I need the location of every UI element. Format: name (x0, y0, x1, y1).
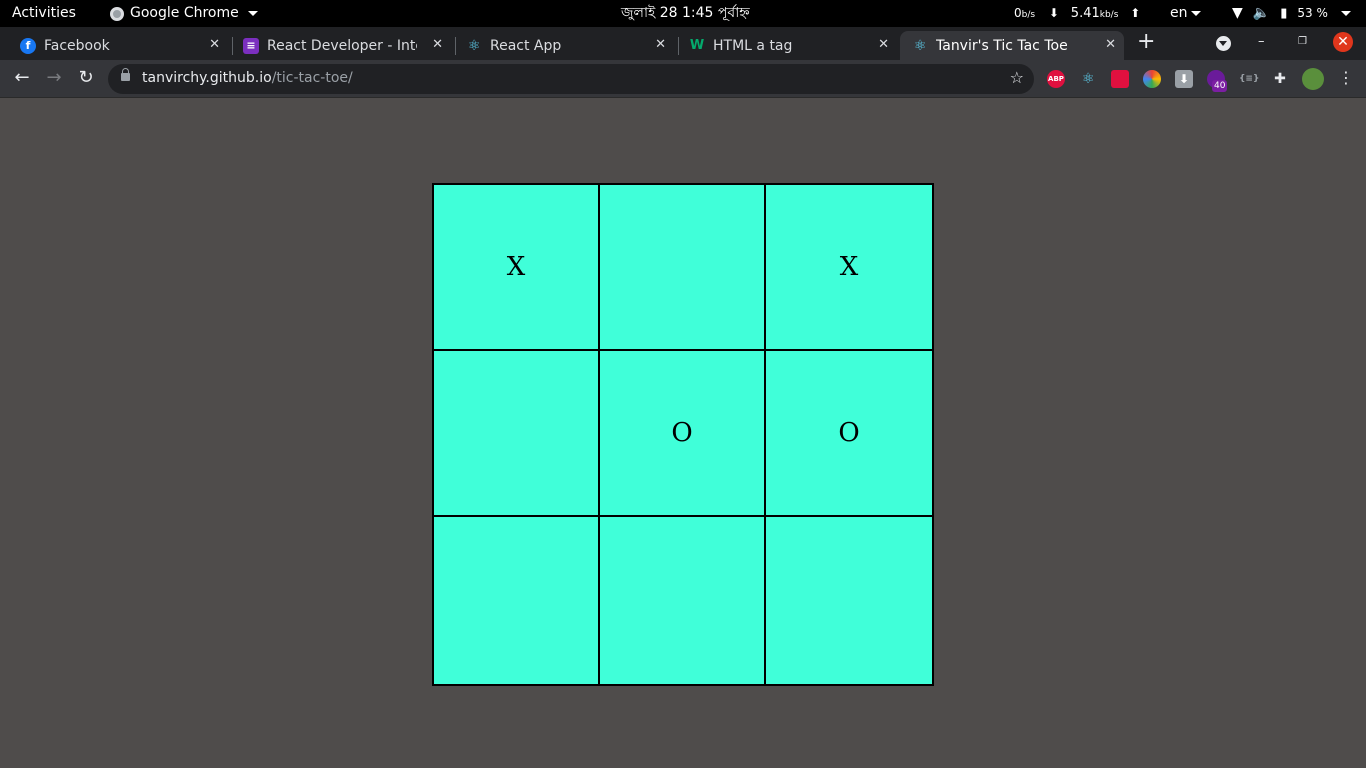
list-icon: ≡ (243, 37, 259, 54)
net-up-unit: kb/s (1099, 10, 1119, 20)
minimize-button[interactable]: – (1258, 34, 1265, 49)
system-tray[interactable]: ▼ 🔈 ▮ 53 % (1232, 0, 1351, 27)
forward-button[interactable]: → (42, 67, 66, 88)
tab-facebook[interactable]: f Facebook ✕ (0, 31, 228, 60)
network-speed-indicator[interactable]: 0b/s ⬇ 5.41kb/s ⬆ (1014, 0, 1140, 27)
tab-react-developer[interactable]: ≡ React Developer - Intern ✕ (223, 31, 451, 60)
board-cell-8[interactable] (600, 517, 766, 684)
board-cell-5[interactable]: O (600, 351, 766, 517)
react-devtools-icon[interactable]: ⚛ (1079, 70, 1097, 88)
address-bar[interactable]: tanvirchy.github.io/tic-tac-toe/ ☆ (108, 64, 1034, 94)
tab-title: HTML a tag (713, 37, 793, 54)
app-menu[interactable]: Google Chrome (110, 0, 258, 27)
tab-title: React App (490, 37, 562, 54)
board-cell-9[interactable] (766, 517, 932, 684)
battery-percent: 53 % (1297, 6, 1328, 20)
download-icon[interactable]: ⬇ (1175, 70, 1193, 88)
app-name: Google Chrome (130, 5, 239, 21)
tab-title: Tanvir's Tic Tac Toe (936, 37, 1068, 54)
net-up-value: 5.41 (1070, 6, 1100, 21)
tab-search-button[interactable] (1216, 36, 1231, 51)
bookmark-extension-icon[interactable] (1111, 70, 1129, 88)
close-icon[interactable]: ✕ (655, 37, 666, 52)
tab-react-app[interactable]: ⚛ React App ✕ (446, 31, 674, 60)
new-tab-button[interactable]: + (1137, 29, 1155, 54)
close-icon[interactable]: ✕ (432, 37, 443, 52)
close-icon[interactable]: ✕ (209, 37, 220, 52)
react-icon: ⚛ (467, 37, 481, 54)
back-button[interactable]: ← (10, 67, 34, 88)
adblock-plus-icon[interactable]: ABP (1047, 70, 1065, 88)
activities-button[interactable]: Activities (12, 0, 76, 27)
color-picker-icon[interactable] (1143, 70, 1161, 88)
chevron-down-icon (1340, 11, 1351, 16)
board-cell-1[interactable]: X (434, 185, 600, 351)
volume-icon: 🔈 (1252, 5, 1271, 21)
board-cell-2[interactable] (600, 185, 766, 351)
chrome-icon (110, 6, 124, 21)
clock[interactable]: জুলাই 28 1:45 পূর্বাহ্ন (621, 0, 750, 27)
chevron-down-icon (1190, 10, 1201, 16)
window-close-button[interactable]: ✕ (1333, 32, 1353, 52)
url-host: tanvirchy.github.io (142, 70, 272, 86)
json-viewer-icon[interactable]: {≡} (1239, 70, 1259, 88)
restore-button[interactable]: ❐ (1298, 36, 1307, 47)
arrow-up-icon: ⬆ (1130, 6, 1141, 20)
language-selector[interactable]: en (1170, 0, 1201, 27)
url-path: /tic-tac-toe/ (271, 70, 353, 86)
more-options-icon[interactable]: ⋮ (1338, 68, 1354, 87)
puzzle-icon[interactable]: ✚ (1271, 70, 1289, 88)
wifi-icon: ▼ (1232, 5, 1243, 21)
net-down-unit: b/s (1021, 10, 1036, 20)
close-icon[interactable]: ✕ (878, 37, 889, 52)
tab-strip: f Facebook ✕ ≡ React Developer - Intern … (0, 27, 1366, 60)
board-cell-3[interactable]: X (766, 185, 932, 351)
reload-button[interactable]: ↻ (74, 67, 98, 88)
tab-title: Facebook (44, 37, 110, 54)
bookmark-star-icon[interactable]: ☆ (1010, 68, 1024, 87)
url-text[interactable]: tanvirchy.github.io/tic-tac-toe/ (142, 70, 353, 86)
tab-title: React Developer - Intern (267, 37, 417, 54)
extension-badge: 40 (1212, 80, 1228, 92)
browser-toolbar: ← → ↻ tanvirchy.github.io/tic-tac-toe/ ☆… (0, 60, 1366, 98)
tab-html-a-tag[interactable]: W HTML a tag ✕ (669, 31, 897, 60)
system-top-bar: Activities Google Chrome জুলাই 28 1:45 প… (0, 0, 1366, 27)
chevron-down-icon (247, 11, 258, 16)
close-icon[interactable]: ✕ (1105, 37, 1116, 52)
board-cell-6[interactable]: O (766, 351, 932, 517)
language-label: en (1170, 5, 1188, 21)
board-cell-4[interactable] (434, 351, 600, 517)
tic-tac-toe-board: X X O O (432, 183, 934, 686)
battery-icon: ▮ (1280, 6, 1288, 21)
react-icon: ⚛ (913, 37, 927, 54)
facebook-icon: f (20, 37, 36, 54)
lock-icon[interactable] (121, 68, 130, 81)
arrow-down-icon: ⬇ (1048, 6, 1059, 20)
avatar[interactable] (1302, 68, 1324, 90)
board-cell-7[interactable] (434, 517, 600, 684)
net-down-value: 0 (1014, 6, 1022, 20)
w3schools-icon: W (689, 38, 705, 53)
tab-tic-tac-toe[interactable]: ⚛ Tanvir's Tic Tac Toe ✕ (900, 31, 1124, 60)
